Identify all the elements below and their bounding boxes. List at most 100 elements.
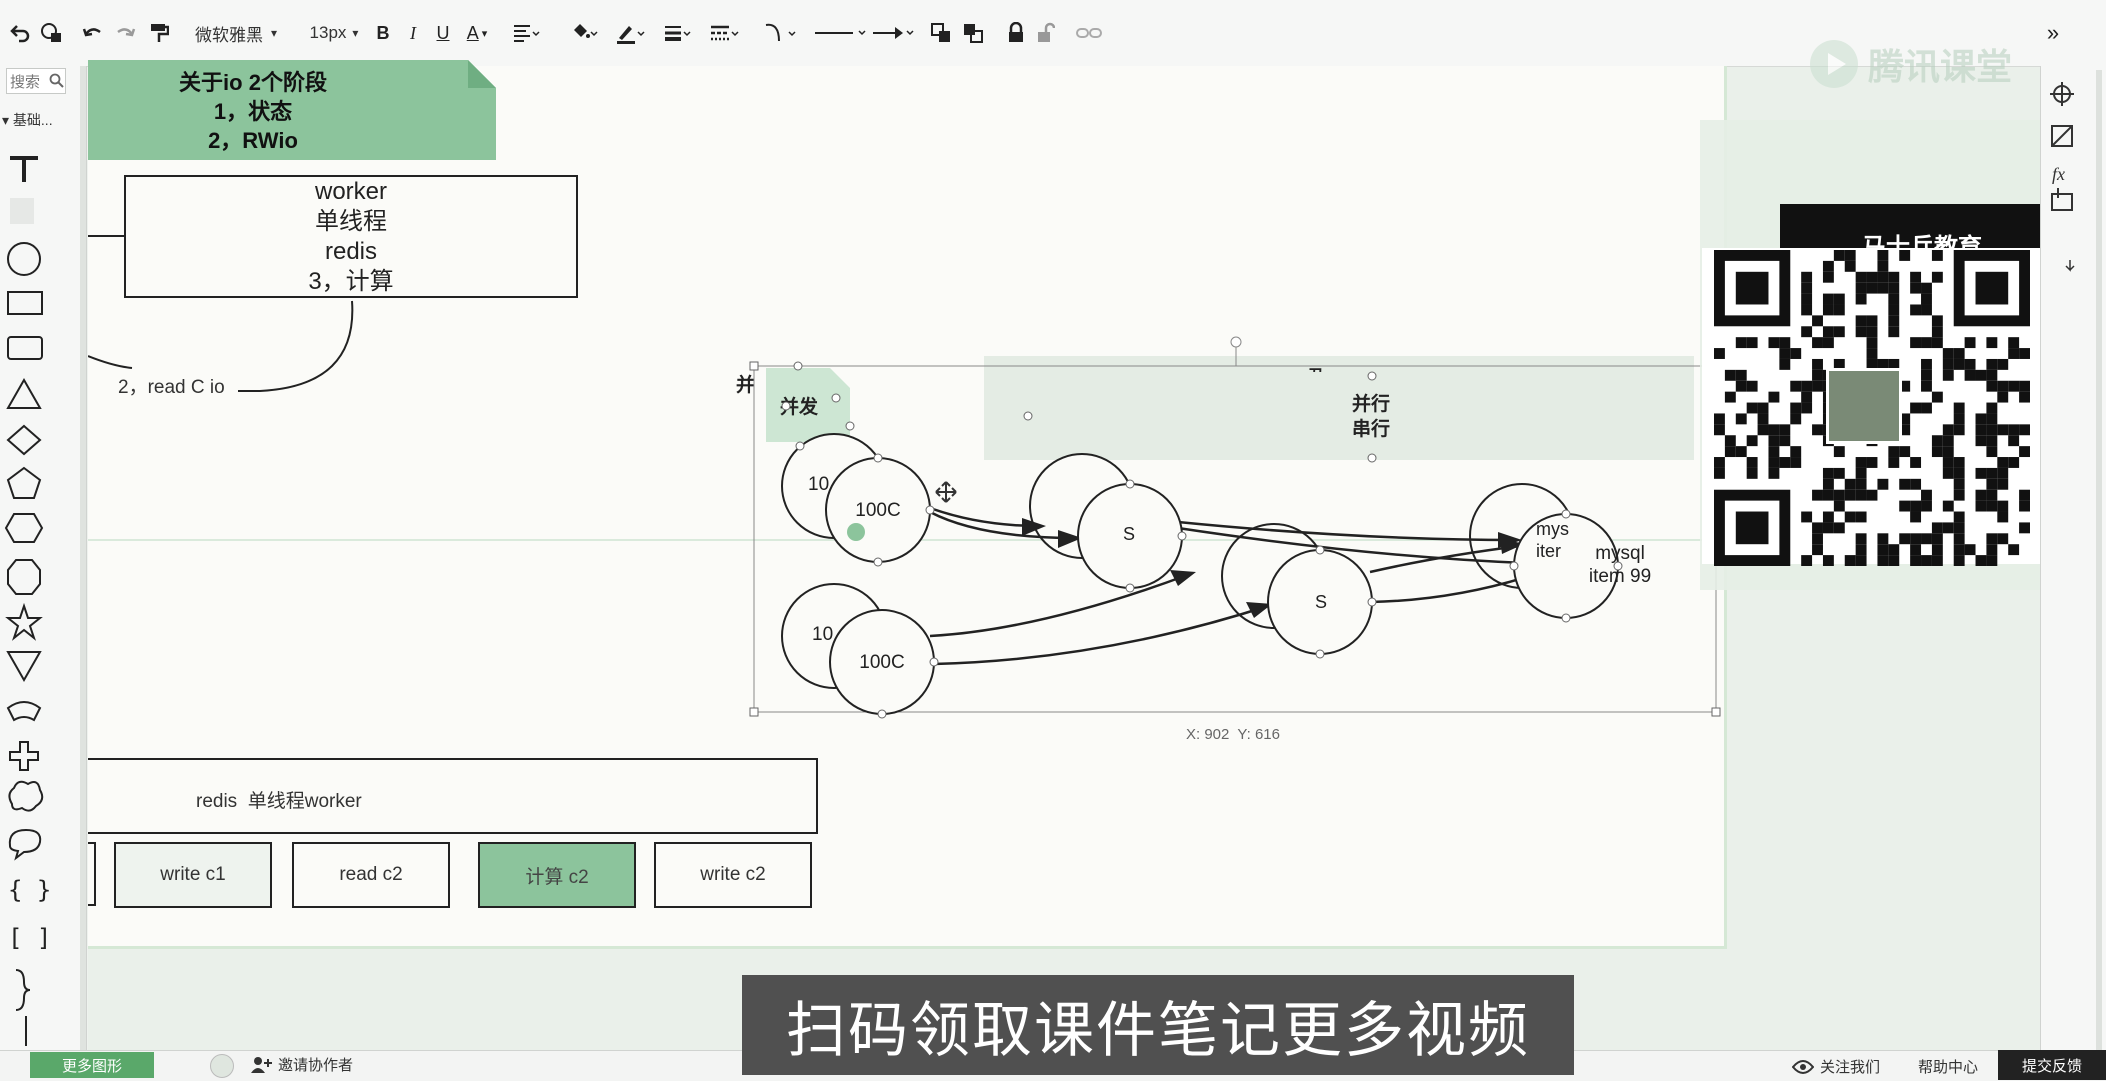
link-icon[interactable] xyxy=(1074,16,1104,50)
top-toolbar: 微软雅黑 ▾ 13px ▾ B I U A ▾ » xyxy=(0,0,2106,67)
arc-shape-icon xyxy=(6,701,42,722)
follow-us-link[interactable]: 关注我们 xyxy=(1792,1056,1880,1077)
task-read-c2-label: read c2 xyxy=(339,864,403,885)
underline-button[interactable]: U xyxy=(432,16,454,50)
diamond-shape-icon xyxy=(6,424,42,456)
line-end-arrow-icon[interactable] xyxy=(870,16,916,50)
attachment-icon xyxy=(2051,188,2073,211)
font-color-label: A xyxy=(466,22,479,43)
shape-category-toggle[interactable]: ▾ 基础... xyxy=(2,110,53,130)
task-write-c1-label: write c1 xyxy=(160,864,226,885)
connector-type-icon[interactable] xyxy=(760,16,800,50)
redis-worker-label: redis 单线程worker xyxy=(196,791,362,812)
read-io-label: 2，read C io xyxy=(118,377,225,398)
task-calc-c2[interactable]: 计算 c2 xyxy=(478,842,636,908)
shape-search-placeholder: 搜索 xyxy=(10,73,41,91)
mysql-line-2: item 99 xyxy=(1588,566,1652,587)
right-dock-icons: fx xyxy=(2050,70,2102,1050)
shape-search-input[interactable]: 搜索 xyxy=(6,68,66,94)
node-100c-1-label: 100C xyxy=(855,500,901,521)
rotate-handle xyxy=(1230,336,1242,348)
fill-color-icon[interactable] xyxy=(566,16,602,50)
octagon-shape-icon xyxy=(7,559,41,595)
undo-arrow-icon[interactable] xyxy=(80,16,106,50)
node-s-1-label: S xyxy=(1122,524,1135,544)
unlock-icon[interactable] xyxy=(1034,16,1058,50)
star-shape-icon xyxy=(5,602,43,641)
undo-icon[interactable] xyxy=(6,16,34,50)
watermark: 腾讯课堂 xyxy=(1808,38,2012,90)
rectangle-shape-icon xyxy=(7,291,43,315)
font-color-button[interactable]: A ▾ xyxy=(462,16,492,50)
bring-front-icon[interactable] xyxy=(928,16,954,50)
circle-shape-icon xyxy=(7,242,41,276)
watermark-text: 腾讯课堂 xyxy=(1868,46,2013,87)
task-write-c2[interactable]: write c2 xyxy=(654,842,812,908)
caret-down-icon: ▾ xyxy=(2,112,13,128)
down-arrow-icon xyxy=(2065,260,2075,272)
right-brace-shape-icon xyxy=(15,969,31,1011)
shape-palette: { } [ ] xyxy=(4,156,51,1046)
align-icon[interactable] xyxy=(508,16,544,50)
pentagon-shape-icon xyxy=(6,466,42,499)
more-shapes-button[interactable]: 更多图形 xyxy=(30,1052,154,1078)
font-size-select[interactable]: 13px ▾ xyxy=(302,16,366,50)
invite-collaborator-button[interactable]: 邀请协作者 xyxy=(250,1054,353,1075)
move-cursor-icon xyxy=(935,481,957,503)
node-100c-1-partial: 10 xyxy=(808,474,830,495)
task-read-c2[interactable]: read c2 xyxy=(292,842,450,908)
image-shape-icon xyxy=(10,198,34,224)
lock-icon[interactable] xyxy=(1004,16,1028,50)
video-subtitle: 扫码领取课件笔记更多视频 xyxy=(742,975,1574,1075)
task-box-partial[interactable] xyxy=(88,842,96,906)
braces-shape-icon: { } xyxy=(8,876,51,904)
speech-bubble-shape-icon xyxy=(8,828,42,861)
line-width-icon[interactable] xyxy=(660,16,694,50)
arrow-100c2-to-s xyxy=(933,604,1269,666)
format-brush-icon[interactable] xyxy=(38,16,66,50)
panel-scrollbar[interactable] xyxy=(80,66,86,1050)
paint-roller-icon[interactable] xyxy=(146,16,172,50)
node-100c-2-partial: 10 xyxy=(812,624,834,645)
add-user-icon xyxy=(251,1056,272,1073)
redo-arrow-icon[interactable] xyxy=(112,16,138,50)
play-logo-icon xyxy=(1810,40,1858,88)
coordinate-readout: X: 902 Y: 616 xyxy=(1186,726,1280,743)
arrow-s-to-mysql-back xyxy=(1177,520,1519,542)
redis-worker-bar[interactable]: redis 单线程worker xyxy=(88,758,818,834)
font-family-select[interactable]: 微软雅黑 ▾ xyxy=(188,16,284,50)
line-start-icon[interactable] xyxy=(810,16,870,50)
arrowhead-5 xyxy=(1170,570,1196,586)
italic-button[interactable]: I xyxy=(402,16,424,50)
mysql-label: mysql item 99 xyxy=(1570,542,1670,588)
collab-avatar xyxy=(210,1054,234,1078)
selected-anchor-dot xyxy=(847,523,865,541)
inverted-triangle-shape-icon xyxy=(6,651,42,683)
invite-label: 邀请协作者 xyxy=(278,1057,354,1074)
collapse-toolbar-icon[interactable]: » xyxy=(2038,16,2068,50)
task-write-c2-label: write c2 xyxy=(700,864,766,885)
line-color-icon[interactable] xyxy=(612,16,648,50)
follow-label: 关注我们 xyxy=(1820,1059,1881,1076)
read-io-curve xyxy=(238,300,354,392)
qr-code xyxy=(1702,248,2042,566)
navigator-icon xyxy=(2050,82,2074,106)
search-icon xyxy=(49,73,64,88)
triangle-shape-icon xyxy=(6,377,42,409)
svg-text:fx: fx xyxy=(2052,164,2065,184)
send-back-icon[interactable] xyxy=(960,16,986,50)
task-write-c1[interactable]: write c1 xyxy=(114,842,272,908)
node-100c-2-label: 100C xyxy=(859,652,905,673)
mysql-back-label: mys iter xyxy=(1536,518,1569,562)
font-size-value: 13px xyxy=(309,23,347,42)
bold-button[interactable]: B xyxy=(372,16,394,50)
line-style-icon[interactable] xyxy=(706,16,742,50)
left-curve-tail xyxy=(88,355,133,369)
hexagon-shape-icon xyxy=(4,513,44,543)
formula-icon: fx xyxy=(2052,164,2065,184)
brackets-shape-icon: [ ] xyxy=(8,924,51,952)
help-center-link[interactable]: 帮助中心 xyxy=(1918,1056,1978,1077)
brand-header: 马士兵教育 xyxy=(1780,204,2064,252)
font-family-value: 微软雅黑 xyxy=(194,25,263,45)
feedback-button[interactable]: 提交反馈 xyxy=(1998,1050,2106,1080)
